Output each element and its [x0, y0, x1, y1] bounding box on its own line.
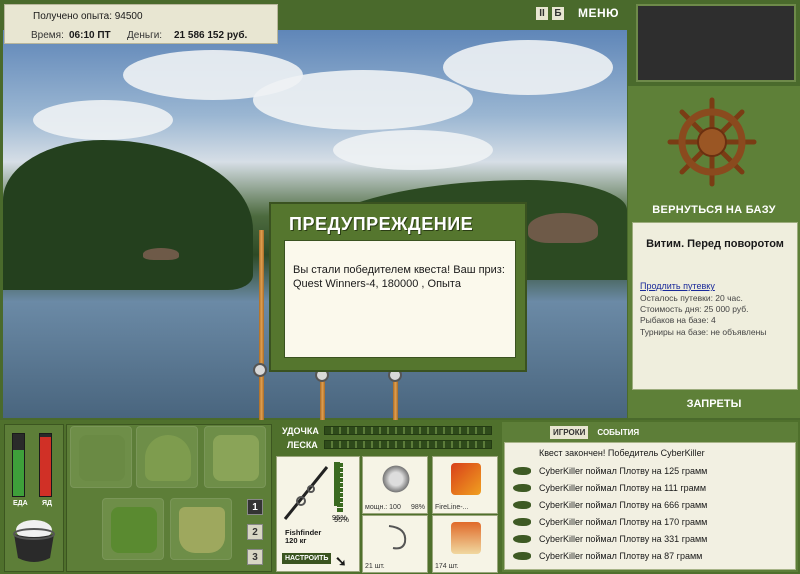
slot-bucket[interactable] — [170, 498, 232, 560]
rod-1[interactable] — [259, 230, 264, 420]
slot-tackle-box[interactable] — [70, 426, 132, 488]
rod-percent-side: 95% — [332, 513, 348, 522]
time-value: 06:10 ПТ — [69, 30, 111, 41]
quest-finished-text: Квест закончен! Победитель CyberKiller — [539, 448, 705, 458]
list-item: CyberKiller поймал Плотву на 666 грамм — [505, 497, 795, 514]
money-value: 21 586 152 руб. — [174, 30, 248, 41]
food-gauge — [12, 433, 25, 497]
rod-tension-bar — [324, 426, 492, 435]
bucket-icon — [179, 507, 225, 553]
reel-condition-bar — [334, 462, 340, 506]
fish-icon — [513, 518, 531, 526]
bait-can-icon — [451, 522, 481, 554]
tournaments-status: Турниры на базе: не объявлены — [640, 327, 767, 337]
bait-count: 174 шт. — [435, 563, 459, 570]
reel-card[interactable]: мощн.: 100 98% — [362, 456, 428, 514]
fish-icon — [513, 501, 531, 509]
bait-bag-icon — [145, 435, 191, 481]
rod-card[interactable]: 95% Fishfinder 120 кг НАСТРОИТЬ ➘ — [276, 456, 360, 572]
location-title: Витим. Перед поворотом — [646, 238, 784, 250]
tab-events[interactable]: СОБЫТИЯ — [594, 426, 642, 439]
setup-button[interactable]: НАСТРОИТЬ — [282, 553, 332, 564]
menu-button[interactable]: МЕНЮ — [578, 6, 619, 20]
fishing-line-icon — [451, 463, 481, 495]
pause-button[interactable]: II — [536, 7, 548, 20]
line-bar-label: ЛЕСКА — [287, 440, 318, 450]
slot-keepnet[interactable] — [204, 426, 266, 488]
list-item: CyberKiller поймал Плотву на 111 грамм — [505, 480, 795, 497]
line-card[interactable]: FireLine-... — [432, 456, 498, 514]
sound-button[interactable]: Б — [552, 7, 564, 20]
page-2-button[interactable]: 2 — [247, 524, 263, 540]
return-to-base-button[interactable]: ВЕРНУТЬСЯ НА БАЗУ — [628, 204, 800, 216]
xp-text: Получено опыта: 94500 — [33, 11, 143, 22]
reel-percent: 98% — [410, 504, 425, 511]
line-name: FireLine-... — [435, 504, 469, 511]
list-item: CyberKiller поймал Плотву на 87 грамм — [505, 548, 795, 565]
time-label: Время: — [31, 30, 64, 41]
fish-icon — [513, 535, 531, 543]
poison-label: ЯД — [42, 500, 53, 507]
hook-icon — [388, 525, 407, 550]
bans-button[interactable]: ЗАПРЕТЫ — [628, 398, 800, 410]
rod-icon — [283, 466, 329, 520]
status-panel: Получено опыта: 94500 Время: 06:10 ПТ Де… — [4, 4, 278, 44]
keepnet-icon — [213, 435, 259, 481]
food-pot-icon[interactable] — [10, 510, 58, 566]
ship-wheel-icon[interactable] — [666, 96, 758, 188]
page-1-button[interactable]: 1 — [247, 499, 263, 515]
warning-dialog: ПРЕДУПРЕЖДЕНИЕ Вы стали победителем квес… — [269, 202, 527, 372]
day-cost: Стоимость дня: 25 000 руб. — [640, 304, 749, 314]
fish-icon — [513, 484, 531, 492]
rod-bar-label: УДОЧКА — [282, 426, 319, 436]
bait-card[interactable]: 174 шт. — [432, 515, 498, 573]
tackle-box-icon — [79, 435, 125, 481]
permit-remaining: Осталось путевки: 20 час. — [640, 293, 743, 303]
hook-card[interactable]: 21 шт. — [362, 515, 428, 573]
hook-count: 21 шт. — [365, 563, 385, 570]
minimap — [636, 4, 796, 82]
list-item: CyberKiller поймал Плотву на 331 грамм — [505, 531, 795, 548]
reel-1-icon — [253, 363, 267, 377]
slot-bait-bag[interactable] — [136, 426, 198, 488]
list-item: CyberKiller поймал Плотву на 170 грамм — [505, 514, 795, 531]
slot-groundbait-basket[interactable] — [102, 498, 164, 560]
fish-icon — [513, 467, 531, 475]
location-panel: Витим. Перед поворотом Продлить путевку … — [632, 222, 798, 390]
fishers-count: Рыбаков на базе: 4 — [640, 315, 716, 325]
dialog-title: ПРЕДУПРЕЖДЕНИЕ — [289, 214, 474, 234]
events-list: Квест закончен! Победитель CyberKiller C… — [504, 442, 796, 570]
money-label: Деньги: — [127, 30, 163, 41]
food-label: ЕДА — [13, 500, 28, 507]
list-item: CyberKiller поймал Плотву на 125 грамм — [505, 463, 795, 480]
line-tension-bar — [324, 440, 492, 449]
reel-power: мощн.: 100 — [365, 504, 401, 511]
poison-gauge — [39, 433, 52, 497]
arrow-icon: ➘ — [335, 553, 347, 569]
rod-weight: 120 кг — [285, 536, 307, 545]
page-3-button[interactable]: 3 — [247, 549, 263, 565]
extend-permit-link[interactable]: Продлить путевку — [640, 281, 715, 291]
reel-icon — [381, 463, 411, 495]
basket-icon — [111, 507, 157, 553]
dialog-message: Вы стали победителем квеста! Ваш приз: Q… — [284, 240, 516, 358]
fish-icon — [513, 552, 531, 560]
tab-players[interactable]: ИГРОКИ — [550, 426, 589, 439]
events-panel: ИГРОКИ СОБЫТИЯ Квест закончен! Победител… — [502, 422, 798, 572]
